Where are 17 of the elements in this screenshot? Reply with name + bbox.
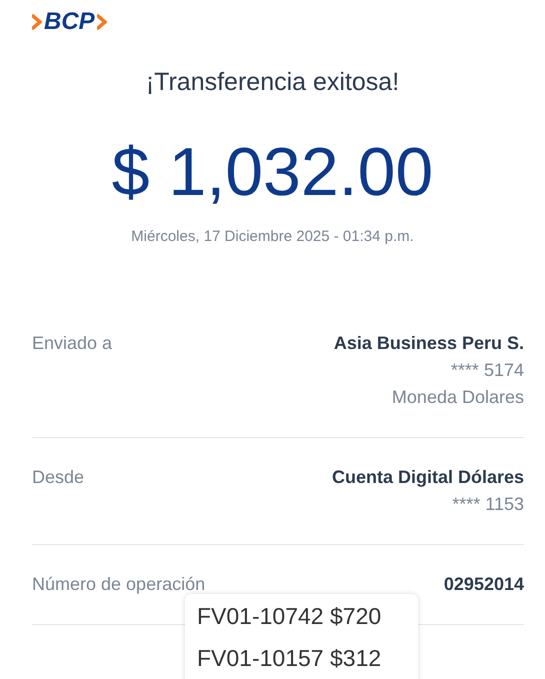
- chevron-icon: [96, 14, 107, 30]
- detail-subtext: **** 5174: [450, 359, 524, 382]
- detail-subtext: **** 1153: [452, 493, 524, 516]
- menu-item[interactable]: FV01-10742 $720: [197, 600, 418, 633]
- detail-label: Enviado a: [32, 332, 112, 355]
- menu-item[interactable]: FV01-10157 $312: [197, 642, 418, 675]
- detail-value: Asia Business Peru S.: [334, 332, 524, 355]
- chevron-icon: [32, 14, 42, 30]
- detail-value: 02952014: [444, 573, 524, 596]
- logo: BCP: [44, 10, 95, 34]
- detail-label: Número de operación: [32, 573, 206, 596]
- detail-subtext: Moneda Dolares: [392, 386, 524, 409]
- amount: $ 1,032.00: [112, 138, 434, 206]
- date-text: Miércoles, 17 Diciembre 2025 - 01:34 p.m.: [131, 226, 414, 246]
- title: ¡Transferencia exitosa!: [146, 67, 400, 98]
- detail-value: Cuenta Digital Dólares: [332, 466, 524, 489]
- detail-label: Desde: [32, 466, 84, 489]
